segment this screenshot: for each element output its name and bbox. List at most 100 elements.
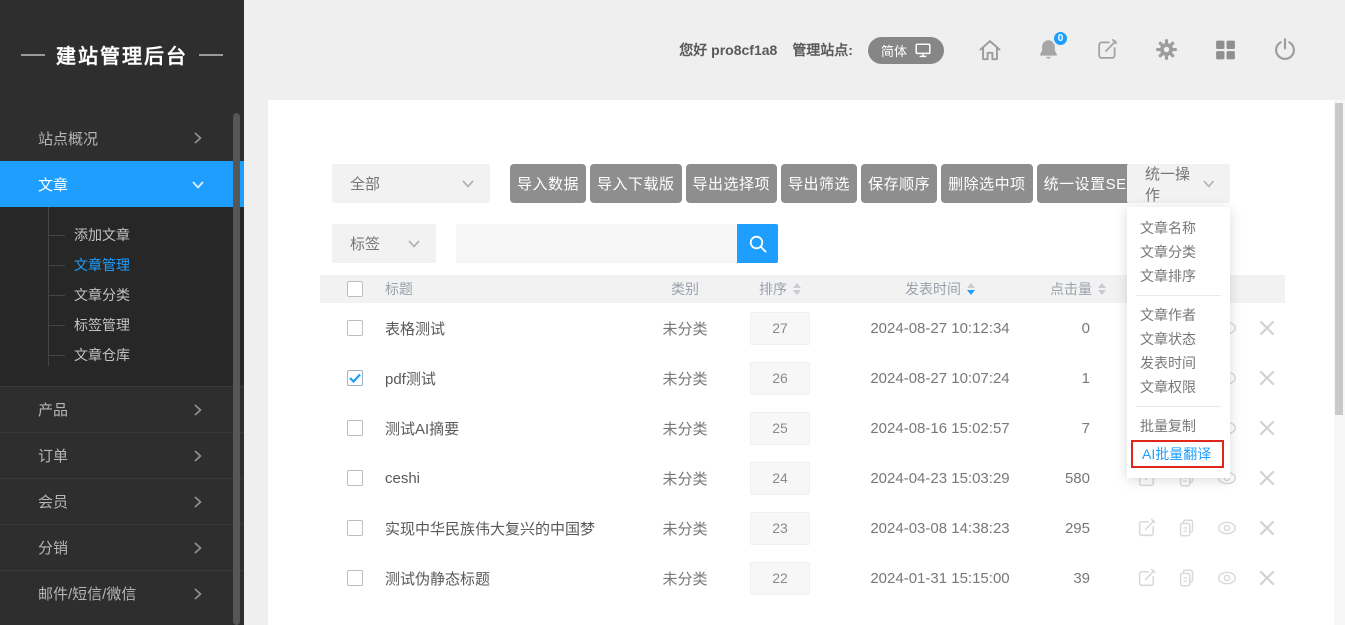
unified-operations-dropdown-button[interactable]: 统一操作 — [1127, 164, 1230, 203]
menu-item-article-status[interactable]: 文章状态 — [1127, 327, 1230, 351]
row-checkbox[interactable] — [347, 470, 363, 486]
delete-selected-button[interactable]: 删除选中项 — [941, 164, 1033, 203]
logout-button[interactable] — [1272, 37, 1298, 63]
order-input[interactable]: 23 — [750, 512, 810, 545]
language-label: 简体 — [881, 41, 907, 60]
sort-arrows-icon[interactable] — [793, 283, 801, 295]
sidebar-item-label: 分销 — [38, 537, 68, 558]
menu-item-publish-time[interactable]: 发表时间 — [1127, 351, 1230, 375]
copy-icon[interactable] — [1176, 517, 1198, 539]
sidebar-item-site-overview[interactable]: 站点概况 — [0, 115, 244, 161]
content-scrollbar-track[interactable] — [1334, 100, 1345, 625]
unified-operations-label: 统一操作 — [1145, 163, 1203, 205]
copy-icon[interactable] — [1176, 567, 1198, 589]
chevron-right-icon — [192, 542, 204, 554]
row-checkbox[interactable] — [347, 320, 363, 336]
article-title[interactable]: ceshi — [385, 470, 640, 487]
delete-icon[interactable] — [1256, 567, 1278, 589]
article-title[interactable]: pdf测试 — [385, 368, 640, 389]
title-decor-line — [21, 54, 45, 56]
row-checkbox[interactable] — [347, 420, 363, 436]
submenu-item-add-article[interactable]: 添加文章 — [0, 220, 244, 250]
chevron-right-icon — [192, 588, 204, 600]
sort-arrows-icon[interactable] — [1098, 283, 1106, 295]
sidebar-item-orders[interactable]: 订单 — [0, 432, 244, 478]
sidebar-item-label: 产品 — [38, 399, 68, 420]
delete-icon[interactable] — [1256, 417, 1278, 439]
unified-operations-menu: 文章名称 文章分类 文章排序 文章作者 文章状态 发表时间 文章权限 批量复制 … — [1127, 207, 1230, 478]
sidebar-item-distribution[interactable]: 分销 — [0, 524, 244, 570]
sort-arrows-icon-active-desc[interactable] — [967, 283, 975, 295]
row-checkbox[interactable] — [347, 570, 363, 586]
article-title[interactable]: 测试AI摘要 — [385, 418, 640, 439]
settings-button[interactable] — [1154, 37, 1180, 63]
sidebar-item-members[interactable]: 会员 — [0, 478, 244, 524]
submenu-item-article-categories[interactable]: 文章分类 — [0, 280, 244, 310]
delete-icon[interactable] — [1256, 517, 1278, 539]
search-button[interactable] — [737, 224, 778, 263]
article-title[interactable]: 表格测试 — [385, 318, 640, 339]
menu-item-ai-batch-translate[interactable]: AI批量翻译 — [1131, 440, 1224, 468]
row-checkbox[interactable] — [347, 370, 363, 386]
power-icon — [1272, 37, 1298, 63]
publish-time: 2024-03-08 14:38:23 — [830, 520, 1050, 537]
import-download-version-button[interactable]: 导入下载版 — [590, 164, 682, 203]
article-category: 未分类 — [640, 568, 730, 589]
submenu-item-article-repository[interactable]: 文章仓库 — [0, 340, 244, 370]
menu-item-article-author[interactable]: 文章作者 — [1127, 303, 1230, 327]
edit-icon[interactable] — [1136, 517, 1158, 539]
sidebar-scrollbar[interactable] — [233, 113, 240, 625]
column-header-published[interactable]: 发表时间 — [830, 279, 1050, 299]
row-checkbox[interactable] — [347, 520, 363, 536]
language-switch-pill[interactable]: 简体 — [868, 37, 944, 64]
import-data-button[interactable]: 导入数据 — [510, 164, 586, 203]
sidebar-item-label: 文章 — [38, 174, 68, 195]
submenu-item-article-management[interactable]: 文章管理 — [0, 250, 244, 280]
menu-item-article-permission[interactable]: 文章权限 — [1127, 375, 1230, 399]
view-icon[interactable] — [1216, 567, 1238, 589]
publish-time: 2024-08-27 10:07:24 — [830, 370, 1050, 387]
order-input[interactable]: 22 — [750, 562, 810, 595]
article-title[interactable]: 测试伪静态标题 — [385, 568, 640, 589]
compose-button[interactable] — [1095, 37, 1121, 63]
sidebar-item-products[interactable]: 产品 — [0, 386, 244, 432]
notification-badge: 0 — [1052, 30, 1069, 47]
column-header-order[interactable]: 排序 — [730, 279, 830, 299]
delete-icon[interactable] — [1256, 317, 1278, 339]
notifications-button[interactable]: 0 — [1036, 37, 1062, 63]
home-button[interactable] — [977, 37, 1003, 63]
order-input[interactable]: 24 — [750, 462, 810, 495]
click-count: 1 — [1050, 370, 1110, 387]
home-icon — [977, 37, 1003, 63]
menu-item-article-category[interactable]: 文章分类 — [1127, 240, 1230, 264]
sidebar-menu: 站点概况 文章 添加文章 文章管理 文章分类 标签管理 文章仓库 产品 订单 会… — [0, 115, 244, 616]
category-filter-select[interactable]: 全部 — [332, 164, 490, 203]
order-input[interactable]: 25 — [750, 412, 810, 445]
save-order-button[interactable]: 保存顺序 — [861, 164, 937, 203]
sidebar-item-mail-sms-wechat[interactable]: 邮件/短信/微信 — [0, 570, 244, 616]
view-icon[interactable] — [1216, 517, 1238, 539]
content-scrollbar-thumb[interactable] — [1335, 103, 1343, 415]
delete-icon[interactable] — [1256, 467, 1278, 489]
edit-icon[interactable] — [1136, 567, 1158, 589]
menu-item-batch-copy[interactable]: 批量复制 — [1127, 414, 1230, 438]
title-decor-line — [199, 54, 223, 56]
apps-button[interactable] — [1213, 37, 1239, 63]
tag-filter-select[interactable]: 标签 — [332, 224, 436, 263]
grid-icon — [1213, 37, 1238, 62]
chevron-right-icon — [192, 404, 204, 416]
select-all-checkbox[interactable] — [347, 281, 363, 297]
search-input[interactable] — [456, 224, 737, 263]
submenu-item-tag-management[interactable]: 标签管理 — [0, 310, 244, 340]
delete-icon[interactable] — [1256, 367, 1278, 389]
export-selected-button[interactable]: 导出选择项 — [686, 164, 778, 203]
order-input[interactable]: 27 — [750, 312, 810, 345]
menu-item-article-order[interactable]: 文章排序 — [1127, 264, 1230, 288]
menu-item-article-name[interactable]: 文章名称 — [1127, 216, 1230, 240]
column-header-clicks[interactable]: 点击量 — [1050, 279, 1110, 299]
sidebar-item-articles[interactable]: 文章 — [0, 161, 244, 207]
export-filtered-button[interactable]: 导出筛选 — [781, 164, 857, 203]
article-title[interactable]: 实现中华民族伟大复兴的中国梦 — [385, 518, 640, 539]
publish-time: 2024-04-23 15:03:29 — [830, 470, 1050, 487]
order-input[interactable]: 26 — [750, 362, 810, 395]
